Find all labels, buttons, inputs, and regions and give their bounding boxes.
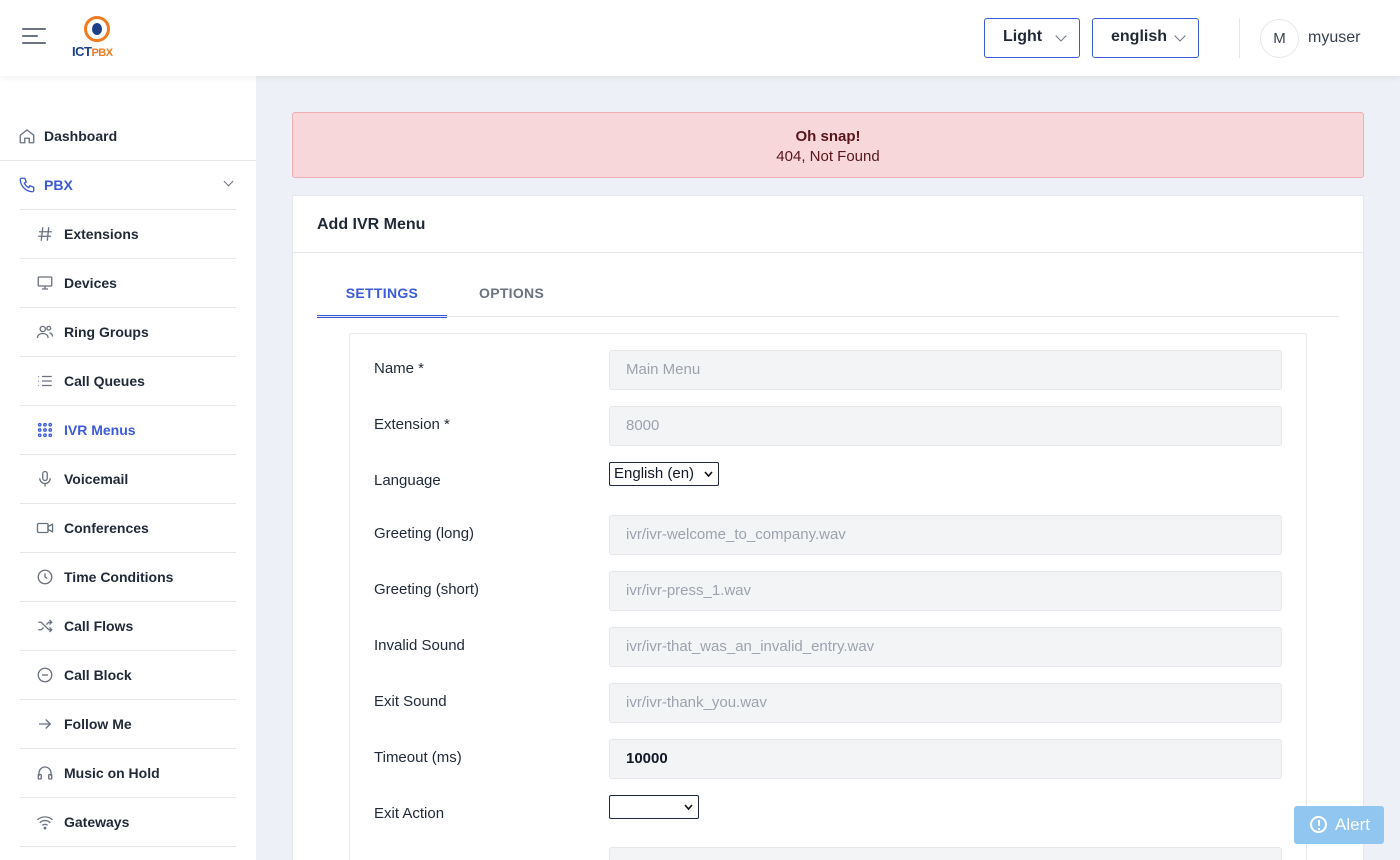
shuffle-icon: [38, 619, 53, 633]
sidebar-item-voicemail[interactable]: Voicemail: [20, 455, 236, 504]
sidebar-item-extensions[interactable]: Extensions: [20, 210, 236, 259]
top-header: ICTPBX Light english M myuser: [0, 0, 1400, 76]
next-field-input[interactable]: [609, 847, 1282, 860]
greeting-short-label: Greeting (short): [374, 581, 480, 598]
sidebar-item-ivr-menus[interactable]: IVR Menus: [20, 406, 236, 455]
minus-circle-icon: [37, 667, 53, 683]
tab-settings[interactable]: SETTINGS: [317, 285, 447, 318]
clock-icon: [37, 569, 53, 585]
alert-title: Oh snap!: [795, 128, 861, 145]
language-select-value: English (en): [614, 465, 695, 482]
sidebar-item-label: PBX: [44, 177, 73, 193]
sidebar-item-follow-me[interactable]: Follow Me: [20, 700, 236, 749]
sidebar: Dashboard PBX Extensions Devices Ring Gr…: [0, 76, 256, 860]
sidebar-item-label: Devices: [64, 275, 117, 291]
sidebar-item-label: Music on Hold: [64, 765, 160, 781]
timeout-input[interactable]: 10000: [609, 739, 1282, 779]
chevron-down-icon: [684, 804, 693, 811]
menu-toggle-icon[interactable]: [22, 28, 46, 48]
sidebar-item-pbx[interactable]: PBX: [19, 161, 236, 210]
language-select[interactable]: english: [1092, 18, 1199, 58]
header-divider: [1239, 18, 1240, 58]
invalid-sound-input[interactable]: ivr/ivr-that_was_an_invalid_entry.wav: [609, 627, 1282, 667]
logo-text: ICT: [72, 44, 92, 59]
exit-action-select[interactable]: [609, 795, 699, 819]
users-icon: [36, 325, 54, 339]
sidebar-item-label: Call Block: [64, 667, 132, 683]
greeting-long-input[interactable]: ivr/ivr-welcome_to_company.wav: [609, 515, 1282, 555]
sidebar-item-label: Conferences: [64, 520, 149, 536]
video-icon: [36, 522, 54, 534]
hash-icon: [38, 227, 52, 241]
exit-sound-label: Exit Sound: [374, 693, 447, 710]
sidebar-item-conferences[interactable]: Conferences: [20, 504, 236, 553]
alert-message: 404, Not Found: [776, 148, 880, 165]
microphone-icon: [39, 470, 51, 487]
exclamation-circle-icon: [1310, 816, 1327, 833]
settings-form: Name * Main Menu Extension * 8000 Langua…: [349, 333, 1307, 860]
language-select-value: english: [1111, 28, 1168, 45]
avatar[interactable]: M: [1260, 19, 1299, 58]
sidebar-item-dashboard[interactable]: Dashboard: [0, 112, 256, 161]
monitor-icon: [37, 276, 53, 290]
grid-icon: [37, 422, 53, 438]
tabs-divider: [317, 316, 1339, 317]
sidebar-item-label: Call Queues: [64, 373, 145, 389]
theme-select[interactable]: Light: [984, 18, 1080, 58]
sidebar-item-label: Voicemail: [64, 471, 129, 487]
page-title: Add IVR Menu: [317, 216, 426, 233]
name-label: Name *: [374, 360, 425, 377]
language-label: Language: [374, 472, 441, 489]
chevron-down-icon[interactable]: [223, 176, 234, 187]
chevron-down-icon: [1174, 30, 1186, 42]
sidebar-item-time-conditions[interactable]: Time Conditions: [20, 553, 236, 602]
username[interactable]: myuser: [1308, 29, 1360, 47]
sidebar-item-call-flows[interactable]: Call Flows: [20, 602, 236, 651]
sidebar-item-ring-groups[interactable]: Ring Groups: [20, 308, 236, 357]
sidebar-item-label: Follow Me: [64, 716, 132, 732]
extension-input[interactable]: 8000: [609, 406, 1282, 446]
sidebar-item-music-on-hold[interactable]: Music on Hold: [20, 749, 236, 798]
sidebar-item-label: Extensions: [64, 226, 139, 242]
sidebar-item-call-queues[interactable]: Call Queues: [20, 357, 236, 406]
chevron-down-icon: [1055, 30, 1067, 42]
exit-sound-input[interactable]: ivr/ivr-thank_you.wav: [609, 683, 1282, 723]
extension-label: Extension *: [374, 416, 450, 433]
error-alert: Oh snap! 404, Not Found: [292, 112, 1364, 178]
ictpbx-logo[interactable]: ICTPBX: [72, 16, 126, 62]
sidebar-item-label: Ring Groups: [64, 324, 149, 340]
headphones-icon: [37, 766, 53, 780]
list-icon: [38, 375, 52, 387]
logo-mark-icon: [84, 16, 110, 42]
sidebar-item-call-block[interactable]: Call Block: [20, 651, 236, 700]
ivr-menu-card: Add IVR Menu SETTINGS OPTIONS Name * Mai…: [292, 195, 1364, 860]
invalid-sound-label: Invalid Sound: [374, 637, 465, 654]
sidebar-item-label: Time Conditions: [64, 569, 174, 585]
sidebar-item-label: IVR Menus: [64, 422, 136, 438]
sidebar-item-gateways[interactable]: Gateways: [20, 798, 236, 847]
wifi-icon: [37, 816, 53, 830]
sidebar-item-devices[interactable]: Devices: [20, 259, 236, 308]
sidebar-item-label: Dashboard: [44, 128, 118, 144]
name-input[interactable]: Main Menu: [609, 350, 1282, 390]
sidebar-item-label: Call Flows: [64, 618, 134, 634]
phone-icon: [19, 177, 35, 193]
alert-button-label: Alert: [1335, 815, 1370, 834]
arrow-right-icon: [39, 719, 52, 729]
language-select[interactable]: English (en): [609, 462, 719, 486]
card-divider: [293, 252, 1363, 253]
greeting-long-label: Greeting (long): [374, 525, 475, 542]
theme-select-value: Light: [1003, 28, 1043, 45]
chevron-down-icon: [704, 471, 713, 478]
logo-sub-text: PBX: [91, 47, 113, 59]
home-icon: [19, 129, 35, 144]
sidebar-item-label: Gateways: [64, 814, 130, 830]
alert-button[interactable]: Alert: [1294, 806, 1384, 844]
timeout-label: Timeout (ms): [374, 749, 462, 766]
exit-action-label: Exit Action: [374, 805, 445, 822]
tab-options[interactable]: OPTIONS: [479, 285, 544, 301]
greeting-short-input[interactable]: ivr/ivr-press_1.wav: [609, 571, 1282, 611]
